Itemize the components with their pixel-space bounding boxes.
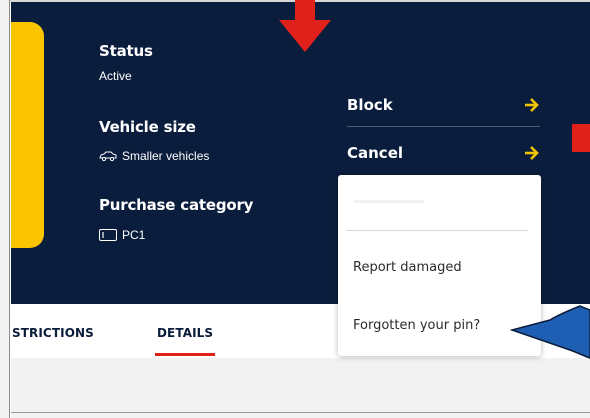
cancel-button-label: Cancel: [347, 144, 404, 162]
annotation-marker: [572, 124, 590, 152]
window-left-border: [0, 0, 10, 418]
purchase-category-text: PC1: [122, 228, 146, 242]
status-value: Active: [99, 69, 132, 83]
vehicle-size-label: Vehicle size: [99, 118, 196, 136]
annotation-callout-pointer-icon: [510, 305, 590, 359]
cancel-button[interactable]: Cancel: [347, 138, 540, 168]
annotation-down-arrow-icon: [279, 0, 331, 52]
menu-divider: [346, 230, 528, 231]
status-value-text: Active: [99, 69, 132, 83]
active-tab-indicator: [155, 353, 215, 356]
tab-restrictions[interactable]: STRICTIONS: [12, 326, 94, 340]
arrow-right-icon: [524, 145, 540, 161]
menu-obscured-item: [354, 195, 434, 209]
fuel-card-graphic: [11, 22, 44, 248]
car-icon: [99, 151, 117, 161]
menu-item-report-damaged[interactable]: Report damaged: [353, 260, 462, 275]
purchase-category-value: PC1: [99, 228, 145, 242]
tab-details[interactable]: DETAILS: [157, 326, 213, 340]
menu-item-forgotten-pin[interactable]: Forgotten your pin?: [353, 318, 480, 333]
purchase-category-label: Purchase category: [99, 196, 254, 214]
card-icon: [99, 229, 117, 241]
status-label: Status: [99, 42, 153, 60]
vehicle-size-value: Smaller vehicles: [99, 149, 209, 163]
window-bottom-border: [11, 412, 590, 413]
tab-content-area: [11, 358, 590, 418]
action-divider: [347, 126, 540, 127]
block-button[interactable]: Block: [347, 90, 540, 120]
arrow-right-icon: [524, 97, 540, 113]
vehicle-size-text: Smaller vehicles: [122, 149, 210, 163]
block-button-label: Block: [347, 96, 393, 114]
